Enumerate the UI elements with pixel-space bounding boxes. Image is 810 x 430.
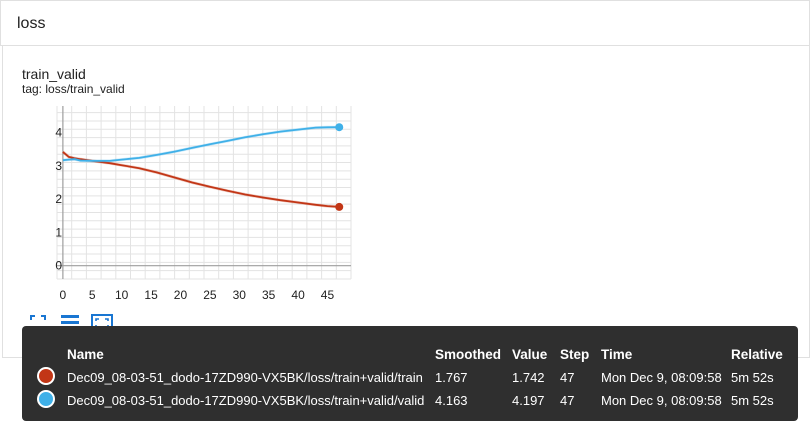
y-tick-label: 4 <box>55 126 62 140</box>
x-tick-label: 40 <box>291 288 305 302</box>
col-header-value: Value <box>512 347 548 362</box>
row-step: 47 <box>560 393 575 408</box>
chart-tooltip: Name Smoothed Value Step Time Relative D… <box>22 326 798 421</box>
col-header-smoothed: Smoothed <box>435 347 501 362</box>
row-smoothed: 4.163 <box>435 393 468 408</box>
y-tick-label: 1 <box>55 225 62 239</box>
row-relative: 5m 52s <box>731 393 774 408</box>
row-value: 4.197 <box>512 393 545 408</box>
col-header-name: Name <box>67 347 104 362</box>
col-header-time: Time <box>601 347 633 362</box>
x-tick-label: 15 <box>144 288 158 302</box>
x-tick-label: 45 <box>321 288 335 302</box>
row-time: Mon Dec 9, 08:09:58 <box>601 370 722 385</box>
x-tick-label: 25 <box>203 288 217 302</box>
x-tick-label: 30 <box>233 288 247 302</box>
x-tick-label: 35 <box>262 288 276 302</box>
row-step: 47 <box>560 370 575 385</box>
series-line <box>62 126 340 162</box>
series-swatch <box>37 390 55 408</box>
x-tick-label: 5 <box>89 288 96 302</box>
row-name: Dec09_08-03-51_dodo-17ZD990-VX5BK/loss/t… <box>67 370 423 385</box>
col-header-step: Step <box>560 347 590 362</box>
x-tick-label: 0 <box>60 288 67 302</box>
series-line-shadow <box>62 125 340 163</box>
series-end-point <box>335 123 344 132</box>
series-swatch <box>37 367 55 385</box>
x-tick-label: 10 <box>115 288 129 302</box>
chart-series <box>61 123 344 211</box>
y-tick-label: 0 <box>55 259 62 273</box>
row-time: Mon Dec 9, 08:09:58 <box>601 393 722 408</box>
y-tick-label: 2 <box>55 192 62 206</box>
series-end-point <box>335 202 344 211</box>
row-value: 1.742 <box>512 370 545 385</box>
y-tick-label: 3 <box>55 159 62 173</box>
x-tick-label: 20 <box>174 288 188 302</box>
row-relative: 5m 52s <box>731 370 774 385</box>
row-smoothed: 1.767 <box>435 370 468 385</box>
row-name: Dec09_08-03-51_dodo-17ZD990-VX5BK/loss/t… <box>67 393 425 408</box>
chart-grid <box>56 106 352 280</box>
col-header-relative: Relative <box>731 347 783 362</box>
